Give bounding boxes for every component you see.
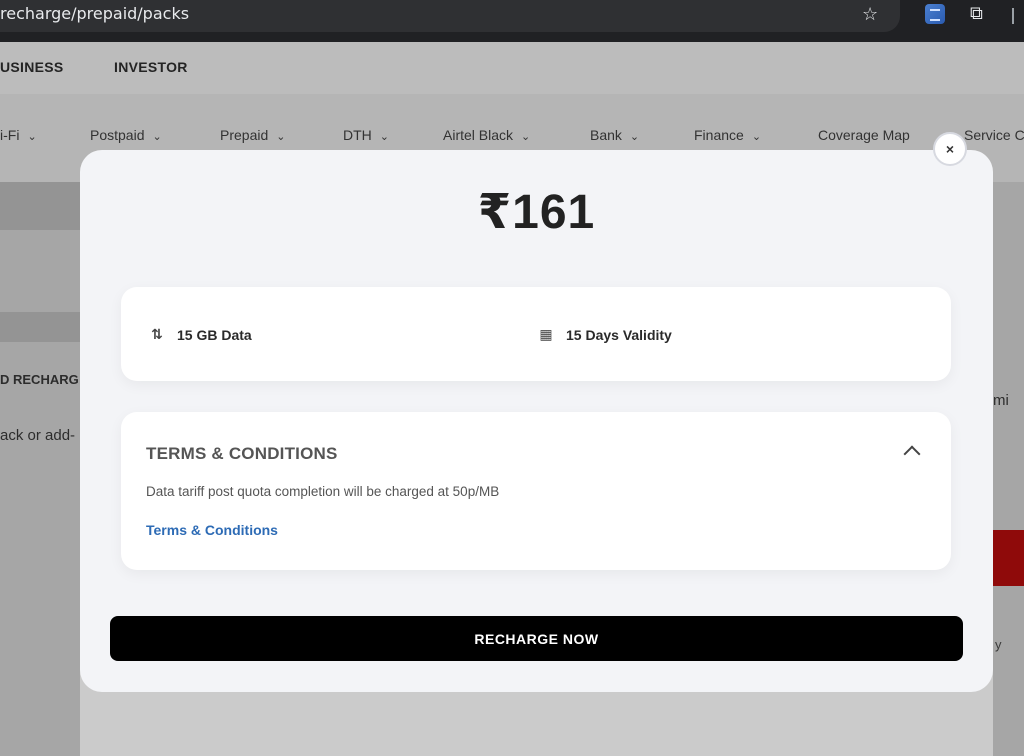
- calendar-icon: ▦: [539, 326, 553, 342]
- terms-link[interactable]: Terms & Conditions: [146, 522, 278, 538]
- address-bar[interactable]: recharge/prepaid/packs: [0, 0, 900, 32]
- toolbar-divider: [1012, 8, 1014, 24]
- url-text[interactable]: recharge/prepaid/packs: [0, 4, 189, 23]
- extensions-puzzle-icon[interactable]: ⧉: [970, 3, 983, 24]
- recharge-now-button[interactable]: RECHARGE NOW: [110, 616, 963, 661]
- benefits-card: ⇅ 15 GB Data ▦ 15 Days Validity: [121, 287, 951, 381]
- chevron-up-icon[interactable]: [903, 445, 921, 463]
- close-icon[interactable]: ×: [933, 132, 967, 166]
- terms-description: Data tariff post quota completion will b…: [146, 484, 500, 499]
- star-icon[interactable]: ☆: [862, 4, 878, 25]
- benefit-label: 15 GB Data: [177, 326, 252, 343]
- pack-price: ₹161: [477, 186, 596, 239]
- terms-accordion: TERMS & CONDITIONS Data tariff post quot…: [121, 412, 951, 570]
- benefit-label: 15 Days Validity: [566, 326, 672, 343]
- benefit-data: ⇅ 15 GB Data: [149, 326, 252, 343]
- data-arrows-icon: ⇅: [151, 326, 163, 342]
- terms-title[interactable]: TERMS & CONDITIONS: [146, 444, 338, 464]
- translate-extension-icon[interactable]: [925, 4, 945, 24]
- pack-details-modal: ₹161 ⇅ 15 GB Data ▦ 15 Days Validity TER…: [80, 150, 993, 692]
- browser-toolbar: recharge/prepaid/packs ☆ ⧉: [0, 0, 1024, 42]
- benefit-validity: ▦ 15 Days Validity: [538, 326, 672, 343]
